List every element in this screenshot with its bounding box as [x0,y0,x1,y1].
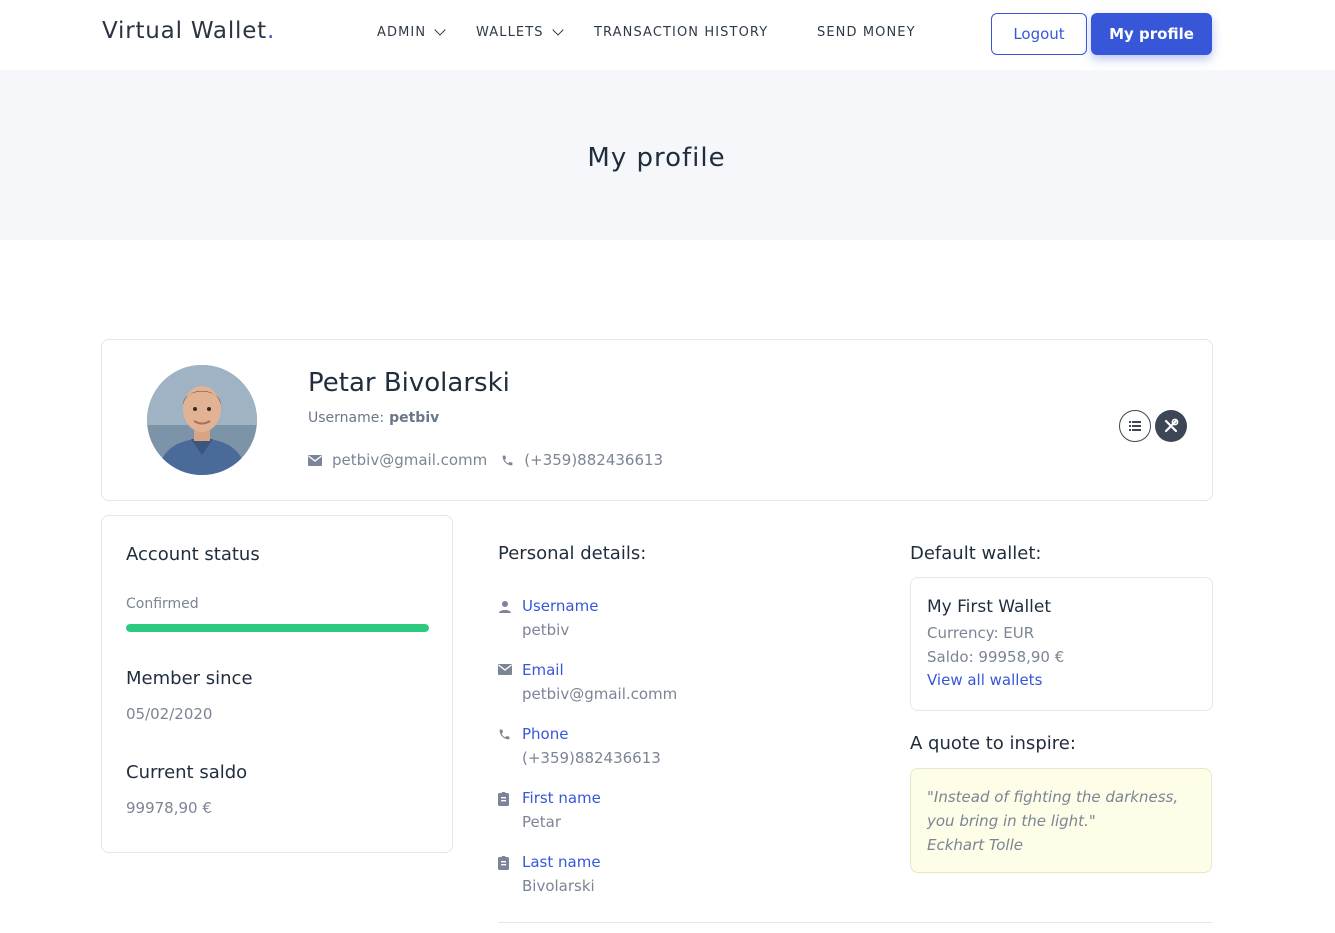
status-progress-bar [126,624,429,632]
chevron-down-icon [551,24,564,36]
mail-icon [498,664,512,675]
detail-phone-label: Phone [522,725,569,743]
wallet-currency: Currency: EUR [927,624,1035,642]
user-icon [499,601,511,613]
personal-details-title: Personal details: [498,543,647,564]
profile-username: Username: petbiv [308,410,439,426]
nav-admin-label: ADMIN [377,25,427,40]
list-view-button[interactable] [1119,410,1151,442]
list-icon [1129,421,1141,431]
quote-title: A quote to inspire: [910,733,1076,754]
username-label: Username: [308,410,385,426]
default-wallet-title: Default wallet: [910,543,1042,564]
settings-button[interactable] [1155,410,1187,442]
page-header: My profile [0,70,1335,240]
nav-admin[interactable]: ADMIN [377,24,446,40]
detail-first-name-label: First name [522,789,601,807]
id-badge-icon [498,856,509,870]
detail-email-value: petbiv@gmail.comm [522,685,678,703]
divider [498,922,1212,923]
avatar [147,365,257,475]
username-value: petbiv [389,410,440,426]
nav-wallets[interactable]: WALLETS [476,24,564,40]
member-since-title: Member since [126,668,253,689]
quote-text: "Instead of fighting the darkness, you b… [927,788,1179,830]
quote-card: "Instead of fighting the darkness, you b… [910,768,1212,873]
profile-card: Petar Bivolarski Username: petbiv petbiv@… [101,339,1213,501]
my-profile-button[interactable]: My profile [1091,13,1212,55]
member-since-value: 05/02/2020 [126,705,213,723]
brand-name: Virtual Wallet [102,18,267,44]
detail-phone-value: (+359)882436613 [522,749,661,767]
current-saldo-value: 99978,90 € [126,799,212,817]
brand-dot: . [266,18,276,44]
detail-first-name-value: Petar [522,813,561,831]
phone-icon [502,455,513,465]
profile-email: petbiv@gmail.comm [332,451,488,469]
phone-icon [499,729,510,740]
navbar: Virtual Wallet. ADMIN WALLETS TRANSACTIO… [0,0,1335,70]
detail-username-label: Username [522,597,599,615]
logout-button[interactable]: Logout [991,13,1087,55]
nav-wallets-label: WALLETS [476,25,544,40]
wallet-name: My First Wallet [927,597,1052,617]
wallet-saldo: Saldo: 99958,90 € [927,648,1065,666]
status-progress-fill [126,624,429,632]
nav-transaction-history[interactable]: TRANSACTION HISTORY [594,25,768,40]
nav-send-money[interactable]: SEND MONEY [817,25,916,40]
nav-transaction-history-label: TRANSACTION HISTORY [594,25,769,40]
current-saldo-title: Current saldo [126,762,248,783]
chevron-down-icon [434,24,446,36]
nav-send-money-label: SEND MONEY [817,25,916,40]
profile-name: Petar Bivolarski [308,368,510,398]
account-status-card: Account status Confirmed Member since 05… [101,515,453,853]
quote-author: Eckhart Tolle [927,836,1023,854]
detail-username-value: petbiv [522,621,570,639]
profile-phone: (+359)882436613 [524,451,664,469]
profile-contact: petbiv@gmail.comm (+359)882436613 [308,451,663,469]
account-status-title: Account status [126,544,260,565]
brand-logo[interactable]: Virtual Wallet. [102,18,275,44]
default-wallet-card: My First Wallet Currency: EUR Saldo: 999… [910,577,1213,711]
account-status-value: Confirmed [126,596,199,612]
page-title: My profile [587,143,726,173]
detail-email-label: Email [522,661,564,679]
detail-last-name-value: Bivolarski [522,877,595,895]
view-all-wallets-link[interactable]: View all wallets [927,671,1042,689]
tools-icon [1164,418,1179,433]
detail-last-name-label: Last name [522,853,601,871]
id-badge-icon [498,792,509,806]
mail-icon [308,454,322,466]
